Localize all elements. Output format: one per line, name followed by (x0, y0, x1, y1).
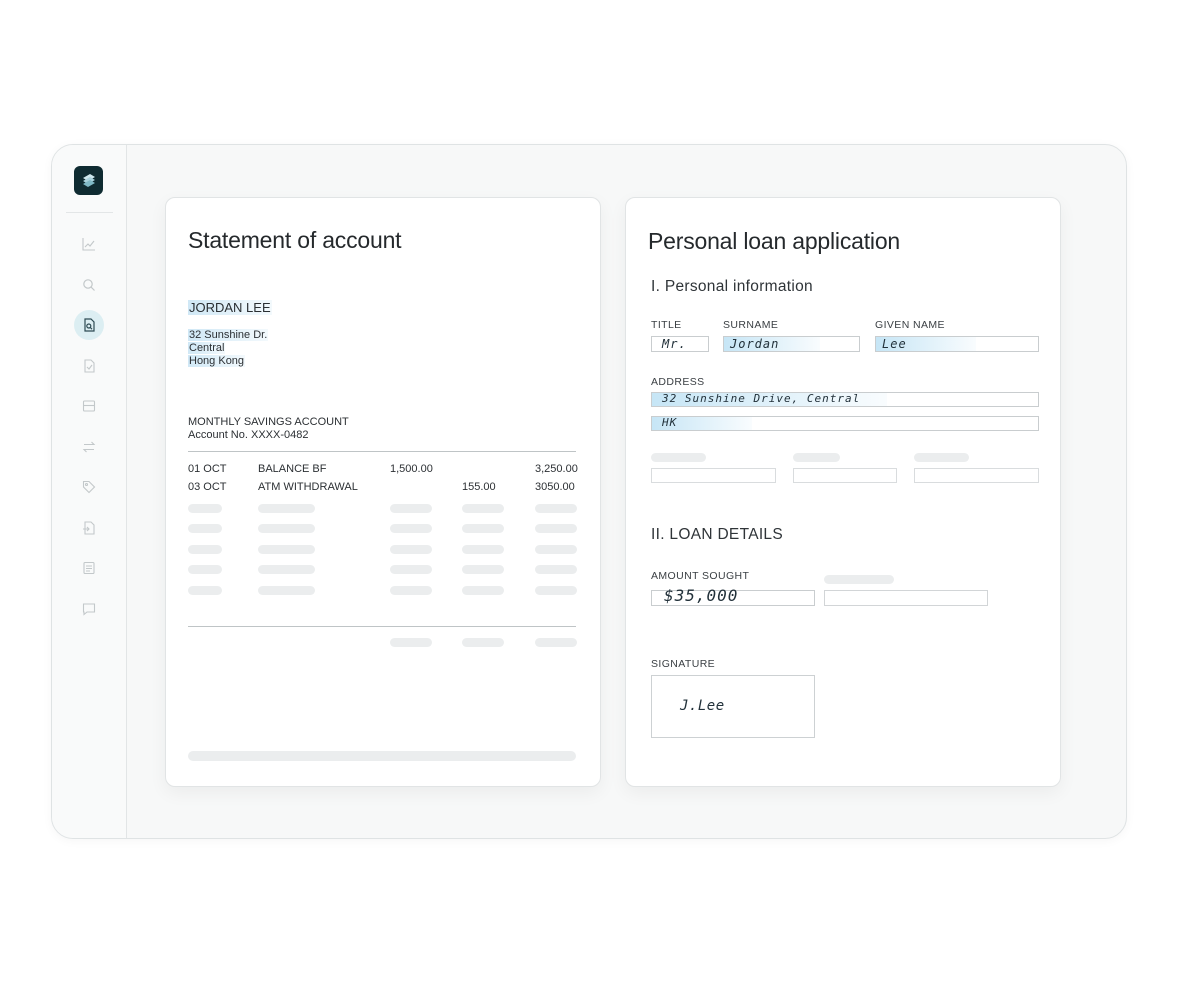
chat-bubble-icon[interactable] (74, 594, 104, 624)
address-line-1: 32 Sunshine Dr. (188, 329, 269, 341)
footer-placeholder (188, 751, 576, 761)
row-2-credit: 155.00 (462, 481, 496, 493)
amount-field[interactable]: $35,000 (651, 586, 815, 606)
receipt-icon[interactable] (74, 553, 104, 583)
account-number: Account No. XXXX-0482 (188, 429, 309, 441)
surname-field[interactable]: Jordan (723, 336, 860, 352)
personal-info-heading: I. Personal information (651, 278, 813, 295)
given-name-label: GIVEN NAME (875, 319, 945, 331)
document-export-icon[interactable] (74, 513, 104, 543)
signature-box[interactable]: J.Lee (651, 675, 815, 738)
table-icon[interactable] (74, 391, 104, 421)
title-label: TITLE (651, 319, 682, 331)
app-logo[interactable] (74, 166, 103, 195)
row-1-description: BALANCE BF (258, 463, 327, 475)
document-check-icon[interactable] (74, 351, 104, 381)
table-bottom-rule (188, 626, 576, 627)
signature-value: J.Lee (680, 698, 725, 714)
app-window: Statement of account JORDAN LEE 32 Sunsh… (51, 144, 1127, 839)
amount-secondary-label-placeholder (824, 575, 894, 584)
customer-name: JORDAN LEE (188, 300, 272, 315)
loan-details-heading: II. LOAN DETAILS (651, 526, 783, 543)
title-field[interactable]: Mr. (651, 336, 709, 352)
row-2-date: 03 OCT (188, 481, 227, 493)
statement-title: Statement of account (188, 227, 402, 253)
document-scan-icon[interactable] (74, 310, 104, 340)
table-top-rule (188, 451, 576, 452)
given-name-field[interactable]: Lee (875, 336, 1039, 352)
loan-application-document: Personal loan application I. Personal in… (625, 197, 1061, 787)
row-1-debit: 1,500.00 (390, 463, 433, 475)
loan-title: Personal loan application (648, 228, 901, 254)
chart-line-icon[interactable] (74, 229, 104, 259)
transfer-arrows-icon[interactable] (74, 432, 104, 462)
search-icon[interactable] (74, 270, 104, 300)
address-label: ADDRESS (651, 376, 705, 388)
address-line-2: Central (188, 342, 226, 354)
tag-icon[interactable] (74, 472, 104, 502)
address-line-1-field[interactable]: 32 Sunshine Drive, Central (651, 392, 1039, 407)
sidebar-divider (66, 212, 113, 213)
amount-secondary-field[interactable] (824, 590, 988, 606)
row-2-description: ATM WITHDRAWAL (258, 481, 358, 493)
sidebar (52, 145, 127, 838)
account-type: MONTHLY SAVINGS ACCOUNT (188, 416, 349, 428)
row-1-balance: 3,250.00 (535, 463, 578, 475)
customer-address: 32 Sunshine Dr. Central Hong Kong (188, 329, 269, 368)
address-line-2-field[interactable]: HK (651, 416, 1039, 431)
signature-label: SIGNATURE (651, 658, 716, 670)
row-2-balance: 3050.00 (535, 481, 575, 493)
statement-document: Statement of account JORDAN LEE 32 Sunsh… (165, 197, 601, 787)
surname-label: SURNAME (723, 319, 779, 331)
amount-label: AMOUNT SOUGHT (651, 570, 750, 582)
row-1-date: 01 OCT (188, 463, 227, 475)
address-line-3: Hong Kong (188, 355, 246, 367)
